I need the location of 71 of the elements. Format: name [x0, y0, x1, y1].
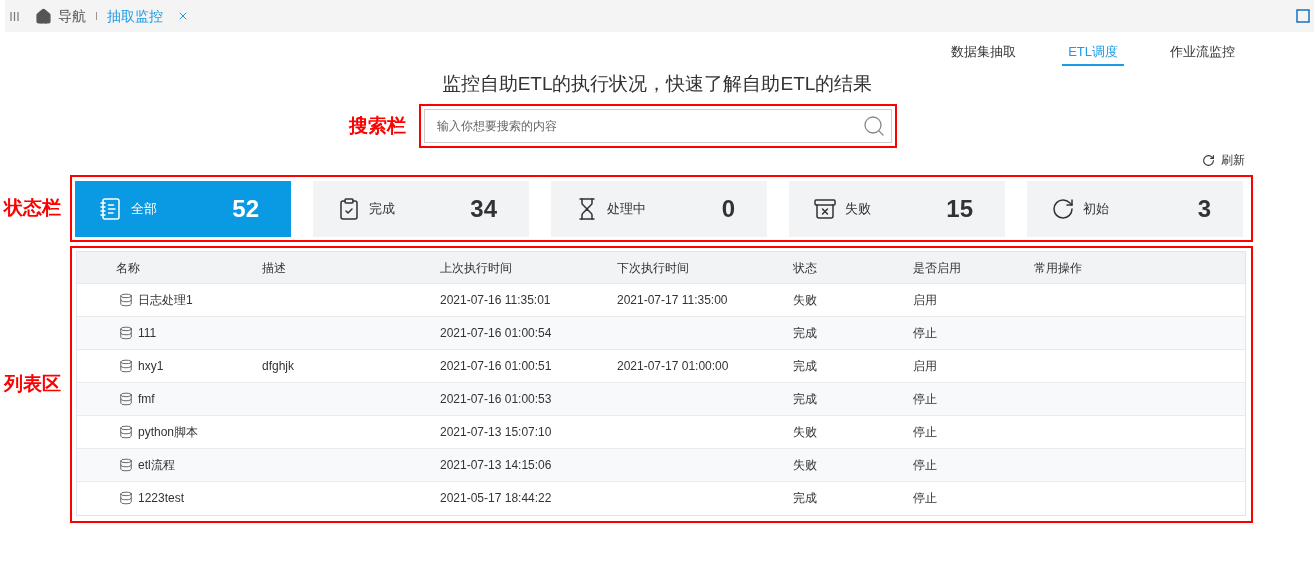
tab[interactable]: 导航 [35, 5, 86, 27]
table-cell-text: 111 [138, 325, 157, 342]
column-header: 名称 [116, 259, 141, 277]
table-cell: 2021-07-13 15:07:10 [440, 425, 552, 439]
table-row[interactable]: fmf 2021-07-16 01:00:53 完成 停止 [77, 382, 1245, 415]
search-icon[interactable] [862, 114, 886, 138]
table-cell: 2021-07-16 01:00:54 [440, 326, 552, 340]
table-cell: 2021-07-16 11:35:01 [440, 293, 551, 307]
refresh-button[interactable]: 刷新 [1202, 151, 1245, 169]
table-cell: 2021-07-16 01:00:53 [440, 392, 552, 406]
table-cell-text: fmf [138, 391, 155, 408]
annotation-label: 状态栏 [2, 196, 62, 221]
database-icon [119, 392, 133, 406]
sub-tab[interactable]: 数据集抽取 [945, 40, 1023, 66]
database-icon [119, 425, 133, 439]
notebook-icon [99, 196, 123, 221]
table-cell: 完成 [793, 326, 817, 340]
table-cell: 停止 [913, 458, 937, 472]
table-cell: 2021-07-13 14:15:06 [440, 458, 552, 472]
table-cell: 完成 [793, 392, 817, 406]
annotation-label: 搜索栏 [349, 113, 407, 138]
table-cell-text: python脚本 [138, 424, 199, 441]
table-cell-text: 1223test [138, 490, 185, 507]
table-cell: 停止 [913, 491, 937, 505]
table-cell: 2021-05-17 18:44:22 [440, 491, 552, 505]
column-header: 是否启用 [913, 259, 962, 277]
table-cell: 失败 [793, 425, 817, 439]
clipboard-check-icon [337, 196, 361, 221]
table-cell: dfghjk [262, 359, 295, 373]
column-header: 描述 [262, 259, 287, 277]
column-header: 常用操作 [1034, 259, 1083, 277]
table-cell: 失败 [793, 458, 817, 472]
search-field[interactable]: 输入你想要搜索的内容 [424, 109, 892, 143]
database-icon [119, 293, 133, 307]
page-title: 监控自助ETL的执行状况，快速了解自助ETL的结果 [440, 72, 874, 96]
table-cell-text: 日志处理1 [138, 292, 193, 309]
table-cell: 停止 [913, 425, 937, 439]
database-icon [119, 326, 133, 340]
column-header: 下次执行时间 [617, 259, 690, 277]
table-cell: 完成 [793, 359, 817, 373]
status-card[interactable]: 失败 15 [789, 180, 1005, 237]
refresh-icon [1202, 153, 1215, 167]
home-icon [35, 7, 52, 25]
table-cell: 停止 [913, 392, 937, 406]
sub-tab[interactable]: 作业流监控 [1164, 40, 1241, 66]
database-icon [119, 359, 133, 373]
table-cell: 启用 [913, 293, 937, 307]
database-icon [119, 491, 133, 505]
table-cell: 失败 [793, 293, 817, 307]
table-cell: 2021-07-17 01:00:00 [617, 359, 729, 373]
table-cell-text: hxy1 [138, 358, 164, 375]
table-cell: 启用 [913, 359, 937, 373]
archive-x-icon [813, 196, 837, 221]
menu-icon[interactable] [10, 11, 19, 21]
column-header: 上次执行时间 [440, 259, 513, 277]
table-cell: 完成 [793, 491, 817, 505]
table-row[interactable]: 111 2021-07-16 01:00:54 完成 停止 [77, 316, 1245, 349]
table-row[interactable]: etl流程 2021-07-13 14:15:06 失败 停止 [77, 448, 1245, 481]
table-cell-text: etl流程 [138, 457, 175, 474]
rotate-icon [1051, 196, 1075, 221]
table-cell: 2021-07-16 01:00:51 [440, 359, 552, 373]
table-cell: 2021-07-17 11:35:00 [617, 293, 728, 307]
status-card[interactable]: 初始 3 [1027, 180, 1243, 237]
close-icon[interactable] [177, 10, 189, 22]
maximize-icon[interactable] [1296, 9, 1310, 23]
database-icon [119, 458, 133, 472]
table-cell: 停止 [913, 326, 937, 340]
column-header: 状态 [793, 259, 818, 277]
status-card[interactable]: 完成 34 [313, 180, 529, 237]
annotation-label: 列表区 [2, 372, 62, 397]
status-card[interactable]: 处理中 0 [551, 180, 767, 237]
